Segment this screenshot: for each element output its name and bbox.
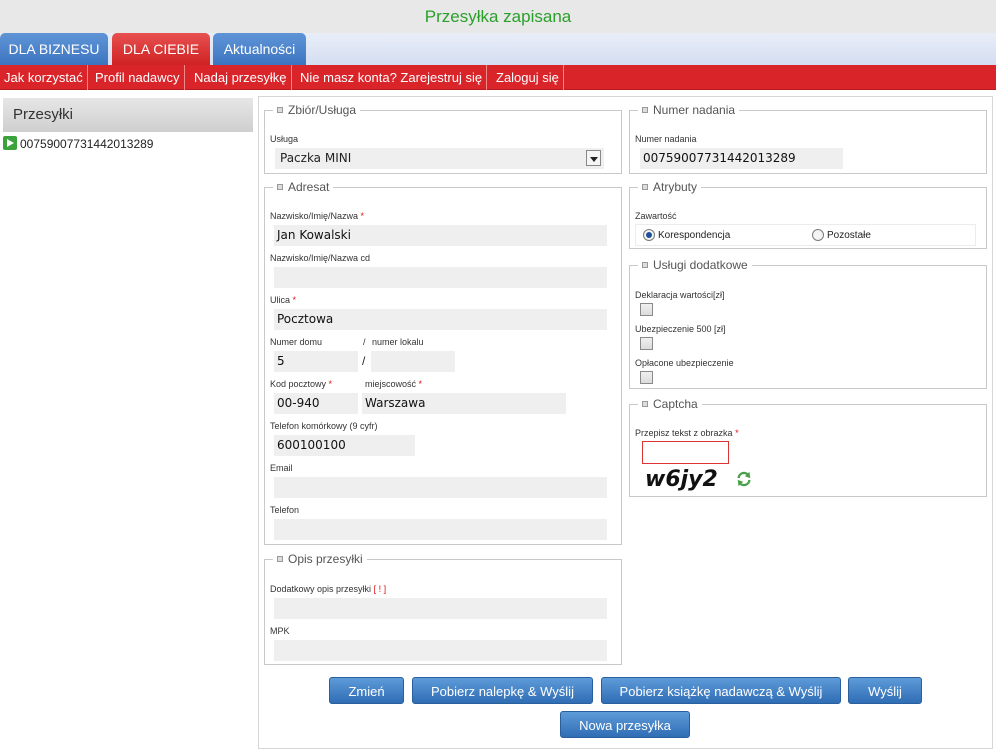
value-declaration-checkbox[interactable] — [640, 303, 653, 316]
play-icon — [3, 136, 17, 150]
captcha-fieldset: Captcha Przepisz tekst z obrazka * w6jy2 — [629, 397, 987, 497]
tab-aktualnosci[interactable]: Aktualności — [213, 33, 306, 65]
flat-number-label: numer lokalu — [372, 337, 424, 347]
description-legend: Opis przesyłki — [273, 552, 367, 566]
shipment-form: Zbiór/Usługa Usługa Paczka MINI Numer na… — [258, 96, 993, 749]
service-legend: Zbiór/Usługa — [273, 103, 360, 117]
download-book-send-button[interactable]: Pobierz książkę nadawczą & Wyślij — [601, 677, 841, 704]
paid-insurance-checkbox[interactable] — [640, 371, 653, 384]
phone-label: Telefon — [270, 505, 300, 515]
collapse-icon — [277, 107, 283, 113]
description-hint: [ ! ] — [373, 584, 387, 594]
sidebar-title: Przesyłki — [3, 98, 253, 132]
main-menu: Jak korzystać Profil nadawcy Nadaj przes… — [0, 65, 996, 90]
attributes-fieldset: Atrybuty Zawartość Korespondencja Pozost… — [629, 180, 987, 249]
attributes-legend: Atrybuty — [638, 180, 701, 194]
house-number-field[interactable]: 5 — [274, 351, 358, 372]
content-radio-group: Korespondencja Pozostałe — [635, 224, 976, 246]
description-label: Dodatkowy opis przesyłki [ ! ] — [270, 584, 387, 594]
email-field[interactable] — [274, 477, 607, 498]
status-message: Przesyłka zapisana — [0, 0, 996, 33]
phone-field[interactable] — [274, 519, 607, 540]
description-field[interactable] — [274, 598, 607, 619]
refresh-icon[interactable] — [735, 470, 753, 488]
name-field[interactable]: Jan Kowalski — [274, 225, 607, 246]
shipment-list-item[interactable]: 00759007731442013289 — [3, 134, 253, 154]
change-button[interactable]: Zmień — [329, 677, 404, 704]
mpk-label: MPK — [270, 626, 290, 636]
shipments-sidebar: Przesyłki 00759007731442013289 — [3, 98, 253, 154]
service-select[interactable]: Paczka MINI — [275, 148, 604, 169]
mpk-field[interactable] — [274, 640, 607, 661]
collapse-icon — [277, 184, 283, 190]
collapse-icon — [642, 107, 648, 113]
send-button[interactable]: Wyślij — [848, 677, 922, 704]
insurance-label: Ubezpieczenie 500 [zł] — [635, 324, 726, 334]
menu-profil-nadawcy[interactable]: Profil nadawcy — [91, 65, 185, 90]
tracking-label: Numer nadania — [635, 134, 697, 144]
value-declaration-label: Deklaracja wartości[zł] — [635, 290, 725, 300]
extra-services-fieldset: Usługi dodatkowe Deklaracja wartości[zł]… — [629, 258, 987, 389]
service-fieldset: Zbiór/Usługa Usługa Paczka MINI — [264, 103, 622, 174]
menu-nadaj-przesylke[interactable]: Nadaj przesyłkę — [190, 65, 292, 90]
chevron-down-icon[interactable] — [586, 150, 601, 166]
radio-korespondencja-label: Korespondencja — [658, 230, 731, 241]
paid-insurance-label: Opłacone ubezpieczenie — [635, 358, 734, 368]
street-field[interactable]: Pocztowa — [274, 309, 607, 330]
collapse-icon — [642, 184, 648, 190]
new-shipment-button[interactable]: Nowa przesyłka — [560, 711, 690, 738]
menu-zarejestruj[interactable]: Nie masz konta? Zarejestruj się — [296, 65, 488, 90]
postal-code-field[interactable]: 00-940 — [274, 393, 358, 414]
description-fieldset: Opis przesyłki Dodatkowy opis przesyłki … — [264, 552, 622, 665]
slash-label: / — [363, 337, 366, 347]
flat-number-field[interactable] — [371, 351, 455, 372]
slash-separator: / — [362, 354, 366, 368]
captcha-image: w6jy2 — [645, 467, 718, 492]
captcha-input[interactable] — [642, 441, 729, 464]
shipment-number: 00759007731442013289 — [20, 137, 154, 151]
collapse-icon — [642, 401, 648, 407]
mobile-field[interactable]: 600100100 — [274, 435, 415, 456]
extra-services-legend: Usługi dodatkowe — [638, 258, 752, 272]
city-label: miejscowość * — [365, 379, 423, 389]
tracking-legend: Numer nadania — [638, 103, 739, 117]
insurance-checkbox[interactable] — [640, 337, 653, 350]
postal-code-label: Kod pocztowy * — [270, 379, 333, 389]
menu-jak-korzystac[interactable]: Jak korzystać — [0, 65, 88, 90]
tracking-fieldset: Numer nadania Numer nadania 007590077314… — [629, 103, 987, 174]
radio-pozostale[interactable] — [812, 229, 824, 241]
captcha-legend: Captcha — [638, 397, 702, 411]
captcha-label: Przepisz tekst z obrazka * — [635, 428, 739, 438]
content-label: Zawartość — [635, 211, 677, 221]
name2-label: Nazwisko/Imię/Nazwa cd — [270, 253, 371, 263]
street-label: Ulica * — [270, 295, 297, 305]
city-field[interactable]: Warszawa — [362, 393, 566, 414]
tabs-bar: DLA BIZNESU DLA CIEBIE Aktualności — [0, 33, 996, 65]
download-label-send-button[interactable]: Pobierz nalepkę & Wyślij — [412, 677, 593, 704]
house-number-label: Numer domu — [270, 337, 323, 347]
tab-dla-biznesu[interactable]: DLA BIZNESU — [0, 33, 108, 65]
name-label: Nazwisko/Imię/Nazwa * — [270, 211, 365, 221]
recipient-fieldset: Adresat Nazwisko/Imię/Nazwa * Jan Kowals… — [264, 180, 622, 545]
collapse-icon — [642, 262, 648, 268]
menu-zaloguj[interactable]: Zaloguj się — [492, 65, 564, 90]
mobile-label: Telefon komórkowy (9 cyfr) — [270, 421, 378, 431]
radio-korespondencja[interactable] — [643, 229, 655, 241]
radio-pozostale-label: Pozostałe — [827, 230, 871, 241]
name2-field[interactable] — [274, 267, 607, 288]
service-selected-value: Paczka MINI — [280, 151, 352, 165]
collapse-icon — [277, 556, 283, 562]
recipient-legend: Adresat — [273, 180, 333, 194]
tab-dla-ciebie[interactable]: DLA CIEBIE — [112, 33, 210, 65]
service-label: Usługa — [270, 134, 299, 144]
email-label: Email — [270, 463, 293, 473]
tracking-number-field[interactable]: 00759007731442013289 — [640, 148, 843, 169]
